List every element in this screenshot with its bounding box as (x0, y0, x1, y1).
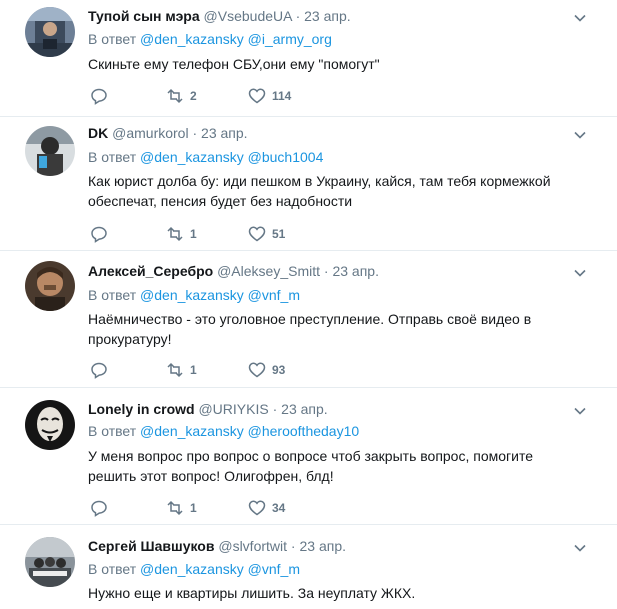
user-handle[interactable]: @Aleksey_Smitt (217, 263, 320, 279)
reply-icon (91, 500, 107, 517)
timestamp[interactable]: 23 апр. (299, 538, 346, 554)
avatar[interactable] (25, 261, 75, 311)
like-count: 51 (272, 227, 286, 241)
timestamp[interactable]: 23 апр. (201, 125, 248, 141)
mention-link[interactable]: @den_kazansky (140, 561, 244, 577)
heart-icon (248, 88, 266, 104)
mention-link[interactable]: @vnf_m (248, 561, 300, 577)
mention-link[interactable]: @den_kazansky (140, 423, 244, 439)
reply-icon (91, 362, 107, 379)
reply-context: В ответ @den_kazansky @buch1004 (88, 149, 323, 165)
like-count: 34 (272, 501, 286, 515)
retweet-count: 1 (190, 501, 197, 515)
user-handle[interactable]: @amurkorol (112, 125, 188, 141)
like-count: 114 (272, 89, 292, 103)
chevron-down-icon[interactable] (573, 11, 587, 25)
tweet[interactable]: Lonely in crowd @URIYKIS · 23 апр. В отв… (0, 388, 617, 525)
retweet-button[interactable]: 1 (166, 498, 197, 518)
separator-dot: · (192, 125, 198, 141)
like-button[interactable]: 93 (248, 360, 285, 380)
like-button[interactable]: 114 (248, 86, 291, 106)
tweet-text: Наёмничество - это уголовное преступлени… (88, 311, 532, 347)
heart-icon (248, 226, 266, 242)
like-button[interactable]: 34 (248, 498, 285, 518)
avatar[interactable] (25, 7, 75, 57)
display-name[interactable]: Алексей_Серебро (88, 263, 213, 279)
tweet-header: Lonely in crowd @URIYKIS · 23 апр. (88, 401, 328, 417)
like-button[interactable]: 51 (248, 224, 285, 244)
reply-button[interactable] (90, 360, 108, 380)
like-count: 93 (272, 363, 286, 377)
mention-link[interactable]: @i_army_org (248, 31, 332, 47)
retweet-icon (167, 88, 183, 104)
separator-dot: · (272, 401, 278, 417)
chevron-down-icon[interactable] (573, 541, 587, 555)
retweet-icon (167, 226, 183, 242)
reply-prefix: В ответ (88, 149, 137, 165)
retweet-count: 1 (190, 227, 197, 241)
reply-button[interactable] (90, 86, 108, 106)
tweet-text: Как юрист долба бу: иди пешком в Украину… (88, 173, 551, 209)
reply-icon (91, 226, 107, 243)
user-handle[interactable]: @VsebudeUA (204, 8, 292, 24)
mention-link[interactable]: @buch1004 (248, 149, 324, 165)
reply-prefix: В ответ (88, 423, 137, 439)
tweet-header: DK @amurkorol · 23 апр. (88, 125, 248, 141)
mention-link[interactable]: @den_kazansky (140, 31, 244, 47)
tweet-text: Скиньте ему телефон СБУ,они ему "помогут… (88, 56, 380, 72)
reply-button[interactable] (90, 498, 108, 518)
user-handle[interactable]: @slvfortwit (218, 538, 287, 554)
chevron-down-icon[interactable] (573, 404, 587, 418)
reply-prefix: В ответ (88, 561, 137, 577)
mention-link[interactable]: @den_kazansky (140, 149, 244, 165)
reply-prefix: В ответ (88, 287, 137, 303)
chevron-down-icon[interactable] (573, 266, 587, 280)
mention-link[interactable]: @herooftheday10 (248, 423, 360, 439)
reply-context: В ответ @den_kazansky @vnf_m (88, 287, 300, 303)
retweet-count: 2 (190, 89, 197, 103)
tweet[interactable]: Тупой сын мэра @VsebudeUA · 23 апр. В от… (0, 0, 617, 117)
display-name[interactable]: DK (88, 125, 108, 141)
display-name[interactable]: Lonely in crowd (88, 401, 195, 417)
tweet-text: У меня вопрос про вопрос о вопросе чтоб … (88, 448, 533, 484)
mention-link[interactable]: @den_kazansky (140, 287, 244, 303)
tweet[interactable]: Сергей Шавшуков @slvfortwit · 23 апр. В … (0, 525, 617, 609)
heart-icon (248, 500, 266, 516)
tweet[interactable]: Алексей_Серебро @Aleksey_Smitt · 23 апр.… (0, 251, 617, 388)
retweet-icon (167, 500, 183, 516)
avatar[interactable] (25, 126, 75, 176)
retweet-button[interactable]: 2 (166, 86, 197, 106)
tweet-text: Нужно еще и квартиры лишить. За неуплату… (88, 585, 416, 601)
reply-context: В ответ @den_kazansky @vnf_m (88, 561, 300, 577)
separator-dot: · (290, 538, 296, 554)
retweet-count: 1 (190, 363, 197, 377)
timestamp[interactable]: 23 апр. (332, 263, 379, 279)
mention-link[interactable]: @vnf_m (248, 287, 300, 303)
separator-dot: · (295, 8, 301, 24)
chevron-down-icon[interactable] (573, 128, 587, 142)
display-name[interactable]: Тупой сын мэра (88, 8, 200, 24)
reply-icon (91, 88, 107, 105)
tweet-header: Тупой сын мэра @VsebudeUA · 23 апр. (88, 8, 351, 24)
display-name[interactable]: Сергей Шавшуков (88, 538, 214, 554)
reply-context: В ответ @den_kazansky @i_army_org (88, 31, 332, 47)
retweet-icon (167, 362, 183, 378)
avatar[interactable] (25, 400, 75, 450)
tweet-header: Сергей Шавшуков @slvfortwit · 23 апр. (88, 538, 346, 554)
timestamp[interactable]: 23 апр. (304, 8, 351, 24)
heart-icon (248, 362, 266, 378)
reply-prefix: В ответ (88, 31, 137, 47)
retweet-button[interactable]: 1 (166, 224, 197, 244)
retweet-button[interactable]: 1 (166, 360, 197, 380)
avatar[interactable] (25, 537, 75, 587)
separator-dot: · (323, 263, 329, 279)
timestamp[interactable]: 23 апр. (281, 401, 328, 417)
tweet-header: Алексей_Серебро @Aleksey_Smitt · 23 апр. (88, 263, 379, 279)
reply-context: В ответ @den_kazansky @herooftheday10 (88, 423, 359, 439)
reply-button[interactable] (90, 224, 108, 244)
tweet[interactable]: DK @amurkorol · 23 апр. В ответ @den_kaz… (0, 117, 617, 251)
user-handle[interactable]: @URIYKIS (198, 401, 268, 417)
